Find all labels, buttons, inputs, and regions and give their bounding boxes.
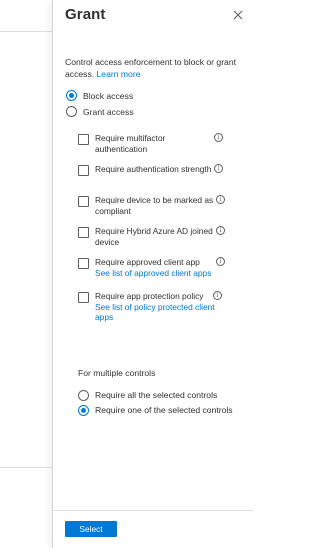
- close-icon[interactable]: [230, 7, 246, 23]
- radio-block-access[interactable]: Block access: [66, 90, 133, 101]
- checkbox[interactable]: [78, 196, 89, 207]
- control-label: Require app protection policy See list o…: [95, 291, 220, 323]
- info-icon[interactable]: i: [216, 195, 225, 204]
- radio-button[interactable]: [66, 90, 77, 101]
- control-approved-app[interactable]: Require approved client app See list of …: [78, 257, 248, 279]
- control-hybrid-joined[interactable]: Require Hybrid Azure AD joined device i: [78, 226, 248, 248]
- radio-label: Require one of the selected controls: [95, 405, 233, 415]
- info-icon[interactable]: i: [213, 291, 222, 300]
- checkbox[interactable]: [78, 227, 89, 238]
- control-mfa[interactable]: Require multifactor authentication i: [78, 133, 248, 155]
- control-label: Require device to be marked as compliant: [95, 195, 214, 216]
- control-label: Require multifactor authentication: [95, 133, 166, 154]
- footer-divider: [53, 510, 253, 511]
- screen: Grant Control access enforcement to bloc…: [0, 0, 253, 548]
- checkbox[interactable]: [78, 134, 89, 145]
- control-compliant-device[interactable]: Require device to be marked as compliant…: [78, 195, 248, 217]
- control-label-text: Require approved client app: [95, 257, 200, 267]
- radio-require-all[interactable]: Require all the selected controls: [78, 390, 235, 401]
- close-icon-glyph: [233, 10, 243, 20]
- radio-label: Block access: [83, 90, 134, 101]
- control-label: Require approved client app See list of …: [95, 257, 225, 278]
- info-icon[interactable]: i: [214, 133, 223, 142]
- divider: [0, 467, 52, 468]
- radio-label: Require all the selected controls: [95, 390, 218, 401]
- grant-blade: Grant Control access enforcement to bloc…: [52, 0, 253, 548]
- control-label: Require authentication strength: [95, 164, 212, 174]
- select-button[interactable]: Select: [65, 521, 117, 537]
- radio-button[interactable]: [78, 390, 89, 401]
- radio-grant-access[interactable]: Grant access: [66, 106, 134, 117]
- divider: [0, 31, 52, 32]
- radio-label: Grant access: [83, 106, 134, 117]
- approved-apps-link[interactable]: See list of approved client apps: [95, 268, 235, 279]
- protected-apps-link[interactable]: See list of policy protected client apps: [95, 302, 220, 323]
- control-app-protection[interactable]: Require app protection policy See list o…: [78, 291, 248, 337]
- radio-button[interactable]: [78, 405, 89, 416]
- description-text: Control access enforcement to block or g…: [65, 57, 237, 79]
- control-label-text: Require app protection policy: [95, 291, 204, 301]
- info-icon[interactable]: i: [214, 164, 223, 173]
- blade-description: Control access enforcement to block or g…: [65, 56, 247, 80]
- blade-title: Grant: [65, 6, 106, 23]
- radio-button[interactable]: [66, 106, 77, 117]
- checkbox[interactable]: [78, 165, 89, 176]
- learn-more-link[interactable]: Learn more: [97, 69, 141, 79]
- radio-require-one[interactable]: Require one of the selected controls: [78, 405, 235, 416]
- control-label: Require Hybrid Azure AD joined device: [95, 226, 213, 247]
- info-icon[interactable]: i: [216, 226, 225, 235]
- control-auth-strength[interactable]: Require authentication strength i: [78, 164, 248, 186]
- multiple-controls-label: For multiple controls: [78, 368, 156, 378]
- checkbox[interactable]: [78, 258, 89, 269]
- checkbox[interactable]: [78, 292, 89, 303]
- background-page: [0, 0, 52, 548]
- info-icon[interactable]: i: [216, 257, 225, 266]
